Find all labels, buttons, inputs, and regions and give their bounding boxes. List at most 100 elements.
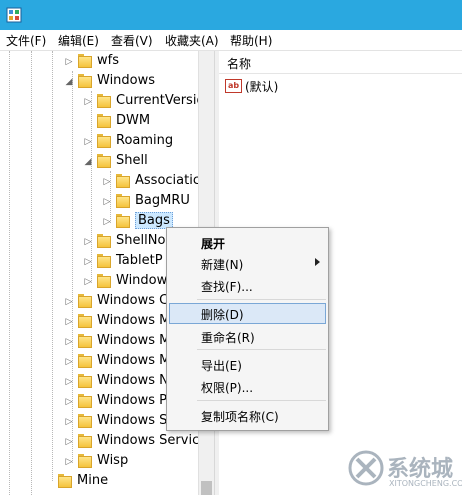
tree-node-label: Windows M bbox=[97, 333, 171, 348]
menu-view[interactable]: 查看(V) bbox=[111, 32, 153, 49]
tree-node-label: Wisp bbox=[97, 453, 129, 468]
menu-bar: 文件(F) 编辑(E) 查看(V) 收藏夹(A) 帮助(H) bbox=[0, 30, 462, 51]
folder-icon bbox=[97, 234, 111, 248]
menu-edit[interactable]: 编辑(E) bbox=[58, 32, 99, 49]
tree-node-label: Windows M bbox=[97, 313, 171, 328]
expanded-arrow-icon[interactable]: ◢ bbox=[83, 156, 93, 168]
tree-node-label: Window bbox=[116, 273, 168, 288]
tree-node-label: Windows Service bbox=[97, 433, 208, 448]
collapsed-arrow-icon[interactable]: ▷ bbox=[102, 176, 112, 188]
tree-node-label: Windows P bbox=[97, 393, 168, 408]
collapsed-arrow-icon[interactable]: ▷ bbox=[83, 256, 93, 268]
value-name: (默认) bbox=[245, 80, 279, 94]
tree-node-label: Windows C bbox=[97, 293, 169, 308]
collapsed-arrow-icon[interactable]: ▷ bbox=[83, 96, 93, 108]
ctx-export[interactable]: 导出(E) bbox=[169, 354, 326, 375]
collapsed-arrow-icon[interactable]: ▷ bbox=[64, 356, 74, 368]
tree-node-label: BagMRU bbox=[135, 193, 190, 208]
menu-help[interactable]: 帮助(H) bbox=[230, 32, 272, 49]
tree-node-label: TabletP bbox=[116, 253, 163, 268]
folder-icon bbox=[58, 474, 72, 488]
collapsed-arrow-icon[interactable]: ▷ bbox=[64, 376, 74, 388]
folder-icon bbox=[116, 214, 130, 228]
watermark: 系统城 XITONGCHENG.COM bbox=[345, 447, 462, 495]
folder-icon bbox=[97, 254, 111, 268]
collapsed-arrow-icon[interactable]: ▷ bbox=[83, 136, 93, 148]
folder-icon bbox=[78, 314, 92, 328]
folder-icon bbox=[78, 394, 92, 408]
folder-icon bbox=[78, 74, 92, 88]
watermark-logo-icon bbox=[348, 450, 384, 486]
collapsed-arrow-icon[interactable]: ▷ bbox=[83, 236, 93, 248]
folder-icon bbox=[97, 154, 111, 168]
ctx-separator bbox=[197, 349, 326, 350]
tree-node-label: Windows M bbox=[97, 353, 171, 368]
tree-node-label: ShellNo bbox=[116, 233, 166, 248]
ctx-expand[interactable]: 展开 bbox=[169, 232, 326, 253]
folder-icon bbox=[97, 114, 111, 128]
submenu-arrow-icon bbox=[315, 258, 320, 266]
tree-scrollbar-thumb[interactable] bbox=[201, 481, 212, 495]
folder-icon bbox=[97, 134, 111, 148]
expanded-arrow-icon[interactable]: ◢ bbox=[64, 76, 74, 88]
folder-icon bbox=[78, 414, 92, 428]
tree-node-label: Windows S bbox=[97, 413, 168, 428]
registry-editor-icon bbox=[6, 7, 22, 23]
collapsed-arrow-icon[interactable]: ▷ bbox=[83, 276, 93, 288]
collapsed-arrow-icon[interactable]: ▷ bbox=[64, 456, 74, 468]
ctx-permissions[interactable]: 权限(P)... bbox=[169, 376, 326, 397]
folder-icon bbox=[78, 54, 92, 68]
tree-node-label: Windows bbox=[97, 73, 156, 88]
tree-node-label: wfs bbox=[97, 53, 119, 68]
folder-icon bbox=[116, 194, 130, 208]
folder-icon bbox=[78, 434, 92, 448]
folder-icon bbox=[116, 174, 130, 188]
ctx-export-label: 导出(E) bbox=[201, 359, 242, 373]
ctx-separator bbox=[197, 299, 326, 300]
tree-node-label: Roaming bbox=[116, 133, 174, 148]
tree-node-label: Mine bbox=[77, 473, 109, 488]
ctx-expand-label: 展开 bbox=[201, 237, 226, 251]
tree-node-label: CurrentVersio bbox=[116, 93, 205, 108]
collapsed-arrow-icon[interactable]: ▷ bbox=[64, 436, 74, 448]
folder-icon bbox=[78, 334, 92, 348]
tree-node-label: Shell bbox=[116, 153, 148, 168]
collapsed-arrow-icon[interactable]: ▷ bbox=[64, 56, 74, 68]
column-header[interactable]: 名称 bbox=[219, 51, 462, 74]
context-menu: 展开 新建(N) 查找(F)... 删除(D) 重命名(R) 导出(E) 权限(… bbox=[166, 227, 329, 431]
collapsed-arrow-icon[interactable]: ▷ bbox=[102, 196, 112, 208]
ctx-new-label: 新建(N) bbox=[201, 258, 244, 272]
ctx-find[interactable]: 查找(F)... bbox=[169, 275, 326, 296]
ctx-find-label: 查找(F)... bbox=[201, 280, 253, 294]
ctx-rename[interactable]: 重命名(R) bbox=[169, 326, 326, 347]
watermark-url: XITONGCHENG.COM bbox=[389, 479, 462, 488]
collapsed-arrow-icon[interactable]: ▷ bbox=[102, 216, 112, 228]
folder-icon bbox=[97, 94, 111, 108]
collapsed-arrow-icon[interactable]: ▷ bbox=[64, 416, 74, 428]
menu-favorites[interactable]: 收藏夹(A) bbox=[165, 32, 219, 49]
title-bar bbox=[0, 0, 462, 30]
ctx-copy-key-name-label: 复制项名称(C) bbox=[201, 410, 279, 424]
folder-icon bbox=[78, 374, 92, 388]
collapsed-arrow-icon[interactable]: ▷ bbox=[64, 336, 74, 348]
collapsed-arrow-icon[interactable]: ▷ bbox=[64, 316, 74, 328]
ctx-rename-label: 重命名(R) bbox=[201, 331, 255, 345]
tree-node-label: Associatic bbox=[135, 173, 200, 188]
collapsed-arrow-icon[interactable]: ▷ bbox=[64, 296, 74, 308]
ctx-delete-label: 删除(D) bbox=[201, 308, 244, 322]
ctx-new[interactable]: 新建(N) bbox=[169, 253, 326, 274]
collapsed-arrow-icon[interactable]: ▷ bbox=[64, 396, 74, 408]
tree-node-label: Windows N bbox=[97, 373, 169, 388]
string-value-icon: ab bbox=[225, 79, 242, 93]
tree-node-label: DWM bbox=[116, 113, 151, 128]
column-header-name[interactable]: 名称 bbox=[227, 55, 251, 72]
folder-icon bbox=[97, 274, 111, 288]
ctx-separator bbox=[197, 400, 326, 401]
ctx-delete[interactable]: 删除(D) bbox=[169, 303, 326, 324]
ctx-copy-key-name[interactable]: 复制项名称(C) bbox=[169, 405, 326, 426]
folder-icon bbox=[78, 294, 92, 308]
folder-icon bbox=[78, 354, 92, 368]
ctx-permissions-label: 权限(P)... bbox=[201, 381, 254, 395]
menu-file[interactable]: 文件(F) bbox=[6, 32, 46, 49]
folder-icon bbox=[78, 454, 92, 468]
